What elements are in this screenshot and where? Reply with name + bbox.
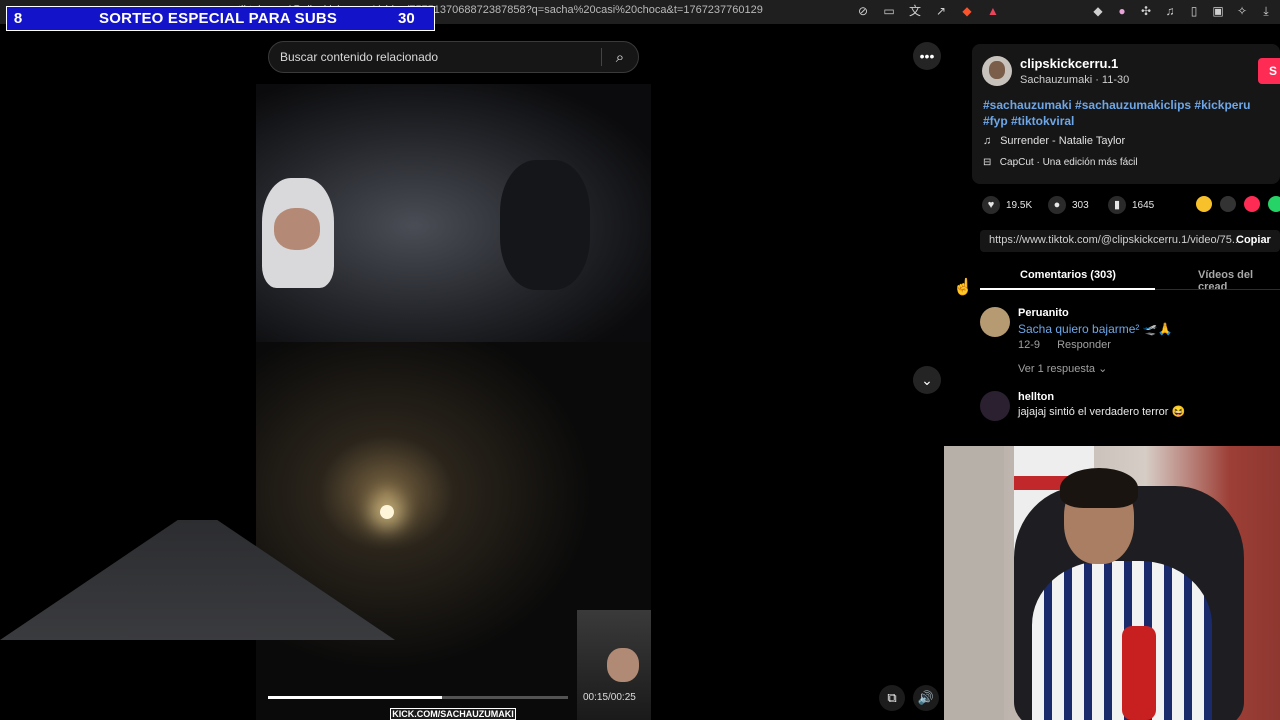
author-meta: Sachauzumaki · 11-30: [1020, 74, 1130, 86]
headlight-glow: [380, 505, 394, 519]
comment-tabs: Comentarios (303) Vídeos del cread: [980, 266, 1280, 293]
send-icon[interactable]: [1244, 196, 1260, 212]
commenter-avatar[interactable]: [980, 391, 1010, 421]
embed-icon[interactable]: [1220, 196, 1236, 212]
pip-button[interactable]: ⧉: [879, 685, 905, 711]
like-stat[interactable]: ♥ 19.5K: [982, 196, 1032, 214]
sidebar-icon[interactable]: ▯: [1186, 3, 1202, 19]
address-bar-icons: ⊘ ▭ 文 ↗ ◆ ▲: [855, 3, 1001, 19]
post-stats: ♥ 19.5K ● 303 ▮ 1645: [982, 196, 1280, 216]
search-icon[interactable]: ⌕: [602, 49, 638, 66]
webcam-shelf: [944, 446, 1004, 720]
related-search-bar[interactable]: Buscar contenido relacionado ⌕: [268, 41, 639, 73]
music-row[interactable]: ♫ Surrender - Natalie Taylor: [983, 135, 1125, 147]
translate-icon[interactable]: 文: [907, 3, 923, 19]
bookmark-icon[interactable]: ▮: [1108, 196, 1126, 214]
comment-icon[interactable]: ●: [1048, 196, 1066, 214]
webcam-microphone: [1122, 626, 1156, 720]
like-count: 19.5K: [1006, 199, 1033, 211]
leo-icon[interactable]: ✧: [1234, 3, 1250, 19]
download-icon[interactable]: ⤓: [1258, 3, 1274, 19]
passenger-face: [274, 208, 320, 250]
music-note-icon: ♫: [983, 135, 992, 147]
author-avatar-face: [989, 61, 1005, 79]
author-username[interactable]: clipskickcerru.1: [1020, 56, 1118, 71]
comment-count: 303: [1072, 199, 1089, 211]
video-progress-fill: [268, 696, 442, 699]
capcut-row[interactable]: ⊟ CapCut · Una edición más fácil: [983, 157, 1138, 168]
webcam-streamer-hair: [1060, 468, 1138, 508]
giveaway-count: 30: [398, 10, 415, 27]
screen: tiktok.com/@clipskickcerru.1/video/75751…: [0, 0, 1280, 720]
save-count: 1645: [1132, 199, 1155, 211]
post-info-card: clipskickcerru.1 Sachauzumaki · 11-30 S …: [972, 44, 1280, 184]
commenter-username[interactable]: hellton: [1018, 391, 1054, 403]
copy-link-button[interactable]: Copiar: [1236, 234, 1271, 246]
share-icon[interactable]: ↗: [933, 3, 949, 19]
comment-date: 12-9: [1018, 339, 1041, 351]
follow-button[interactable]: S: [1258, 58, 1280, 84]
next-video-button[interactable]: ⌄: [913, 366, 941, 394]
comment-meta: 12-9 Responder: [1018, 339, 1111, 351]
comment-item: Peruanito Sacha quiero bajarme² 🛫🙏 12-9 …: [980, 307, 1280, 377]
volume-button[interactable]: 🔊: [913, 685, 939, 711]
brave-rewards-icon[interactable]: ▲: [985, 3, 1001, 19]
giveaway-title: SORTEO ESPECIAL PARA SUBS: [99, 10, 338, 27]
comment-text: jajajaj sintió el verdadero terror 😆: [1018, 406, 1186, 418]
capcut-label[interactable]: CapCut · Una edición más fácil: [1000, 157, 1138, 168]
reply-button[interactable]: Responder: [1057, 339, 1111, 351]
whatsapp-icon[interactable]: [1268, 196, 1280, 212]
video-time: 00:15/00:25: [583, 692, 636, 703]
post-details-panel: clipskickcerru.1 Sachauzumaki · 11-30 S …: [972, 44, 1280, 444]
driver-figure: [500, 160, 590, 290]
commenter-username[interactable]: Peruanito: [1018, 307, 1069, 319]
passenger-figure: [262, 178, 334, 288]
heart-icon[interactable]: ♥: [982, 196, 1000, 214]
music-title[interactable]: Surrender - Natalie Taylor: [1000, 135, 1125, 147]
webcam-overlay: [944, 446, 1280, 720]
author-avatar[interactable]: [982, 56, 1012, 86]
video-facecam: [577, 610, 651, 720]
commenter-avatar[interactable]: [980, 307, 1010, 337]
extension-icons: ◆ ● ✣ ♫ ▯ ▣ ✧ ⤓: [1090, 3, 1274, 19]
eye-off-icon[interactable]: ⊘: [855, 3, 871, 19]
capcut-icon: ⊟: [983, 157, 992, 168]
mouse-cursor-icon: ☝: [953, 279, 973, 296]
wallet-icon[interactable]: ▣: [1210, 3, 1226, 19]
comment-text: Sacha quiero bajarme² 🛫🙏: [1018, 322, 1173, 336]
music-icon[interactable]: ♫: [1162, 3, 1178, 19]
giveaway-number: 8: [13, 10, 23, 27]
comment-stat[interactable]: ● 303: [1048, 196, 1089, 214]
post-hashtags[interactable]: #sachauzumaki #sachauzumakiclips #kickpe…: [983, 97, 1278, 129]
more-options-button[interactable]: •••: [913, 42, 941, 70]
brave-shield-icon[interactable]: ◆: [959, 3, 975, 19]
search-input[interactable]: Buscar contenido relacionado: [269, 50, 601, 64]
extension-diamond-icon[interactable]: ◆: [1090, 3, 1106, 19]
repost-icon[interactable]: [1196, 196, 1212, 212]
view-replies-button[interactable]: Ver 1 respuesta ⌄: [1018, 362, 1107, 375]
tab-comments[interactable]: Comentarios (303): [1020, 269, 1116, 281]
cast-icon[interactable]: ▭: [881, 3, 897, 19]
share-link-row: https://www.tiktok.com/@clipskickcerru.1…: [980, 230, 1280, 252]
puzzle-icon[interactable]: ✣: [1138, 3, 1154, 19]
comment-item: hellton jajajaj sintió el verdadero terr…: [980, 391, 1280, 431]
save-stat[interactable]: ▮ 1645: [1108, 196, 1154, 214]
active-tab-indicator: [980, 288, 1155, 290]
share-link[interactable]: https://www.tiktok.com/@clipskickcerru.1…: [989, 234, 1241, 246]
facecam-face: [607, 648, 639, 682]
giveaway-banner: 8 SORTEO ESPECIAL PARA SUBS 30: [6, 6, 435, 31]
kick-watermark: KICK.COM/SACHAUZUMAKI: [390, 708, 516, 720]
extension-color-icon[interactable]: ●: [1114, 3, 1130, 19]
